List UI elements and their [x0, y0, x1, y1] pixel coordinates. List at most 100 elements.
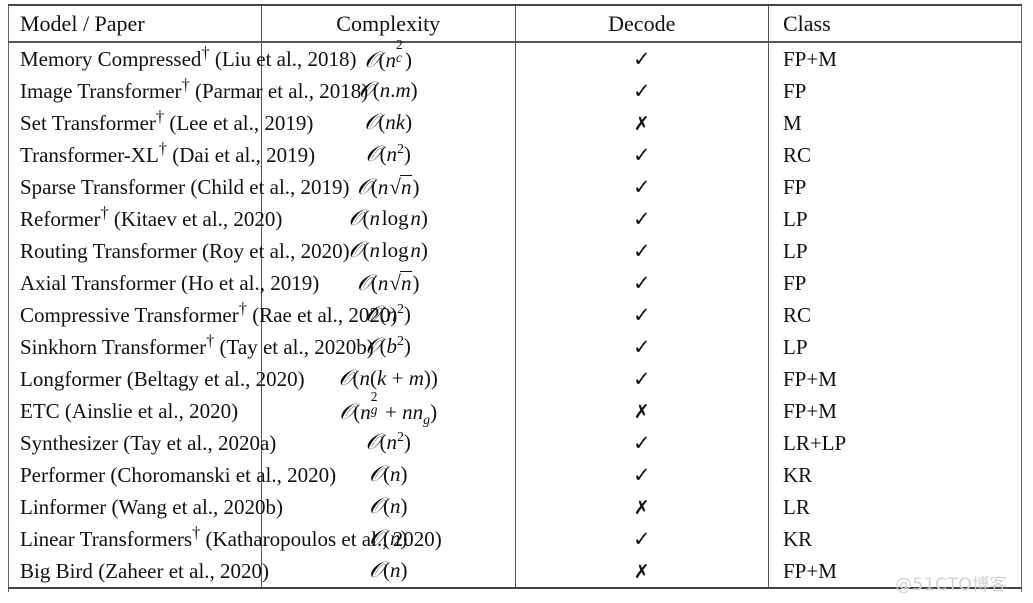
citation: (Parmar et al., 2018): [195, 78, 369, 103]
check-icon: ✓: [632, 430, 651, 455]
cell-model-paper: ETC (Ainslie et al., 2020): [8, 395, 262, 427]
dagger-icon: †: [201, 42, 210, 62]
model-name: Sparse Transformer: [20, 174, 186, 199]
cell-class: FP+M: [768, 395, 1022, 427]
table-row: Linformer (Wang et al., 2020b) 𝒪(n) ✗ LR: [8, 491, 1022, 523]
model-name: Synthesizer: [20, 430, 118, 455]
cell-class: LP: [768, 331, 1022, 363]
check-icon: ✓: [632, 334, 651, 359]
cell-decode: ✓: [514, 235, 769, 267]
model-name: Linformer: [20, 494, 107, 519]
cell-class: FP: [768, 267, 1022, 299]
table-row: Reformer† (Kitaev et al., 2020) 𝒪(n log n…: [8, 203, 1022, 235]
cross-icon: ✗: [633, 400, 650, 423]
cell-decode: ✓: [514, 427, 769, 459]
header-model-paper: Model / Paper: [20, 10, 145, 36]
citation: (Ainslie et al., 2020): [64, 398, 239, 423]
model-name: Transformer-XL: [20, 142, 159, 167]
cell-decode: ✓: [514, 363, 769, 395]
citation: (Wang et al., 2020b): [111, 494, 284, 519]
cell-decode: ✗: [514, 491, 769, 523]
table-footer: [8, 587, 1022, 589]
cell-model-paper: Longformer (Beltagy et al., 2020): [8, 363, 305, 395]
cell-decode: ✓: [514, 171, 769, 203]
model-name: Memory Compressed: [20, 46, 202, 71]
cell-decode: ✓: [514, 203, 769, 235]
table-row: Set Transformer† (Lee et al., 2019) 𝒪(nk)…: [8, 107, 1022, 139]
cell-decode: ✓: [514, 299, 769, 331]
header-decode: Decode: [514, 6, 769, 41]
cell-model-paper: Routing Transformer (Roy et al., 2020): [8, 235, 350, 267]
cell-complexity: 𝒪(n2): [261, 427, 515, 459]
citation: (Kitaev et al., 2020): [113, 206, 283, 231]
header-class: Class: [768, 6, 1022, 41]
table-row: Longformer (Beltagy et al., 2020) 𝒪(n(k +…: [8, 363, 1022, 395]
model-name: Reformer: [20, 206, 101, 231]
dagger-icon: †: [238, 298, 247, 318]
complexity-table-container: Model / Paper Complexity Decode Class Me…: [8, 4, 1022, 589]
cell-class: FP+M: [768, 555, 1022, 587]
check-icon: ✓: [632, 142, 651, 167]
table-body: Memory Compressed† (Liu et al., 2018) 𝒪(n…: [8, 37, 1022, 587]
cell-class: LP: [768, 235, 1022, 267]
transformer-complexity-table: Model / Paper Complexity Decode Class Me…: [8, 4, 1022, 589]
citation: (Roy et al., 2020): [202, 238, 350, 263]
dagger-icon: †: [181, 74, 190, 94]
cell-model-paper: Image Transformer† (Parmar et al., 2018): [8, 74, 368, 107]
cell-model-paper: Sinkhorn Transformer† (Tay et al., 2020b…: [8, 330, 374, 363]
cell-class: FP+M: [768, 43, 1022, 75]
cell-decode: ✓: [514, 459, 769, 491]
model-name: Linear Transformers: [20, 526, 193, 551]
cell-class: LR: [768, 491, 1022, 523]
cell-model-paper: Synthesizer (Tay et al., 2020a): [8, 427, 276, 459]
model-name: ETC: [20, 398, 60, 423]
cell-class: RC: [768, 139, 1022, 171]
table-row: Transformer-XL† (Dai et al., 2019) 𝒪(n2) ✓…: [8, 139, 1022, 171]
cell-complexity: 𝒪(n): [261, 555, 515, 587]
table-row: Memory Compressed† (Liu et al., 2018) 𝒪(n…: [8, 37, 1022, 75]
cell-class: RC: [768, 299, 1022, 331]
cell-model-paper: Big Bird (Zaheer et al., 2020): [8, 555, 269, 587]
citation: (Child et al., 2019): [190, 174, 350, 199]
cell-model-paper: Axial Transformer (Ho et al., 2019): [8, 267, 319, 299]
table-row: Big Bird (Zaheer et al., 2020) 𝒪(n) ✗ FP+M: [8, 555, 1022, 587]
table-bottom-rule: [8, 587, 1022, 589]
cell-class: LP: [768, 203, 1022, 235]
citation: (Tay et al., 2020a): [123, 430, 277, 455]
table-row: Sinkhorn Transformer† (Tay et al., 2020b…: [8, 331, 1022, 363]
table-header-row: Model / Paper Complexity Decode Class: [8, 6, 1022, 41]
table-row: ETC (Ainslie et al., 2020) 𝒪(n 2 g + nng) ✗ F…: [8, 389, 1022, 427]
table-row: Routing Transformer (Roy et al., 2020) 𝒪(…: [8, 235, 1022, 267]
header-complexity: Complexity: [261, 6, 515, 41]
dagger-icon: †: [158, 138, 167, 158]
check-icon: ✓: [632, 46, 651, 71]
table-row: Sparse Transformer (Child et al., 2019) 𝒪…: [8, 171, 1022, 203]
check-icon: ✓: [632, 270, 651, 295]
cell-decode: ✗: [514, 555, 769, 587]
cell-complexity: 𝒪(n log n): [261, 203, 515, 235]
dagger-icon: †: [206, 330, 215, 350]
cell-model-paper: Reformer† (Kitaev et al., 2020): [8, 202, 282, 235]
cell-model-paper: Memory Compressed† (Liu et al., 2018): [8, 42, 357, 75]
table-row: Axial Transformer (Ho et al., 2019) 𝒪(n√n…: [8, 267, 1022, 299]
model-name: Performer: [20, 462, 106, 487]
check-icon: ✓: [632, 78, 651, 103]
cell-model-paper: Performer (Choromanski et al., 2020): [8, 459, 336, 491]
citation: (Lee et al., 2019): [169, 110, 314, 135]
cell-class: LR+LP: [768, 427, 1022, 459]
table-row: Compressive Transformer† (Rae et al., 20…: [8, 299, 1022, 331]
model-name: Routing Transformer: [20, 238, 197, 263]
table-row: Linear Transformers† (Katharopoulos et a…: [8, 523, 1022, 555]
check-icon: ✓: [632, 302, 651, 327]
citation: (Tay et al., 2020b): [219, 334, 374, 359]
table-row: Synthesizer (Tay et al., 2020a) 𝒪(n2) ✓ LR+…: [8, 427, 1022, 459]
citation: (Liu et al., 2018): [214, 46, 357, 71]
cell-class: FP: [768, 171, 1022, 203]
citation: (Choromanski et al., 2020): [110, 462, 337, 487]
model-name: Image Transformer: [20, 78, 182, 103]
cell-model-paper: Sparse Transformer (Child et al., 2019): [8, 171, 350, 203]
table-header: Model / Paper Complexity Decode Class: [8, 4, 1022, 43]
cell-model-paper: Linformer (Wang et al., 2020b): [8, 491, 283, 523]
dagger-icon: †: [100, 202, 109, 222]
cell-model-paper: Linear Transformers† (Katharopoulos et a…: [8, 523, 442, 555]
